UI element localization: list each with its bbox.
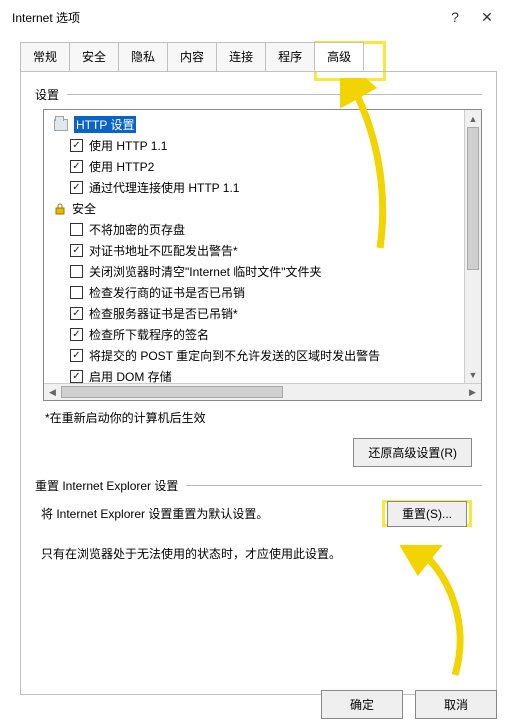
vertical-scrollbar[interactable]: ▲ ▼ — [464, 110, 481, 383]
tab-connections[interactable]: 连接 — [216, 42, 266, 71]
group-label-text: 设置 — [35, 86, 59, 103]
list-item[interactable]: 关闭浏览器时清空"Internet 临时文件"文件夹 — [48, 261, 481, 282]
list-item-label: 关闭浏览器时清空"Internet 临时文件"文件夹 — [89, 263, 322, 280]
tab-label: 常规 — [33, 50, 57, 64]
checkbox-icon[interactable] — [70, 286, 83, 299]
horizontal-scrollbar[interactable]: ◀ ▶ — [44, 383, 481, 400]
list-item[interactable]: 通过代理连接使用 HTTP 1.1 — [48, 177, 481, 198]
reset-info: 只有在浏览器处于无法使用的状态时，才应使用此设置。 — [41, 545, 472, 562]
close-button[interactable]: ✕ — [471, 9, 503, 26]
lock-icon — [54, 203, 66, 215]
tab-privacy[interactable]: 隐私 — [118, 42, 168, 71]
scroll-thumb[interactable] — [467, 127, 479, 270]
restore-row: 还原高级设置(R) — [35, 438, 472, 467]
tab-strip: 常规 安全 隐私 内容 连接 程序 高级 — [20, 42, 497, 71]
list-item-label: 使用 HTTP 1.1 — [89, 137, 167, 154]
list-header-http[interactable]: HTTP 设置 — [48, 114, 481, 135]
scroll-up-icon[interactable]: ▲ — [465, 110, 481, 127]
divider — [186, 485, 482, 486]
tab-advanced[interactable]: 高级 — [314, 42, 364, 71]
ok-button[interactable]: 确定 — [321, 690, 403, 719]
scroll-track[interactable] — [61, 384, 464, 400]
tab-content[interactable]: 内容 — [167, 42, 217, 71]
tab-programs[interactable]: 程序 — [265, 42, 315, 71]
advanced-panel: 设置 HTTP 设置 使用 HTTP 1.1 使用 HTTP2 通过代理连接使用… — [20, 71, 497, 695]
list-item-label: 使用 HTTP2 — [89, 158, 154, 175]
list-item[interactable]: 不将加密的页存盘 — [48, 219, 481, 240]
list-item[interactable]: 将提交的 POST 重定向到不允许发送的区域时发出警告 — [48, 345, 481, 366]
checkbox-icon[interactable] — [70, 328, 83, 341]
help-button[interactable]: ? — [439, 9, 471, 25]
checkbox-icon[interactable] — [70, 244, 83, 257]
window-title: Internet 选项 — [12, 9, 439, 26]
checkbox-icon[interactable] — [70, 160, 83, 173]
checkbox-icon[interactable] — [70, 265, 83, 278]
list-item-label: 将提交的 POST 重定向到不允许发送的区域时发出警告 — [89, 347, 380, 364]
list-item[interactable]: 检查所下载程序的签名 — [48, 324, 481, 345]
checkbox-icon[interactable] — [70, 139, 83, 152]
list-item-label: 通过代理连接使用 HTTP 1.1 — [89, 179, 239, 196]
tab-label: 程序 — [278, 50, 302, 64]
scroll-left-icon[interactable]: ◀ — [44, 384, 61, 401]
list-item[interactable]: 检查服务器证书是否已吊销* — [48, 303, 481, 324]
restore-defaults-button[interactable]: 还原高级设置(R) — [353, 438, 472, 467]
checkbox-icon[interactable] — [70, 181, 83, 194]
list-item-label: 不将加密的页存盘 — [89, 221, 185, 238]
folder-icon — [54, 119, 68, 131]
list-item-label: HTTP 设置 — [74, 116, 136, 133]
reset-button[interactable]: 重置(S)... — [387, 501, 467, 527]
tab-security[interactable]: 安全 — [69, 42, 119, 71]
list-item[interactable]: 使用 HTTP 1.1 — [48, 135, 481, 156]
titlebar: Internet 选项 ? ✕ — [0, 0, 511, 34]
list-item-label: 对证书地址不匹配发出警告* — [89, 242, 238, 259]
checkbox-icon[interactable] — [70, 349, 83, 362]
list-item[interactable]: 检查发行商的证书是否已吊销 — [48, 282, 481, 303]
settings-list-inner: HTTP 设置 使用 HTTP 1.1 使用 HTTP2 通过代理连接使用 HT… — [44, 110, 481, 391]
checkbox-icon[interactable] — [70, 370, 83, 383]
list-item-label: 检查服务器证书是否已吊销* — [89, 305, 238, 322]
scroll-right-icon[interactable]: ▶ — [464, 384, 481, 401]
reset-row: 将 Internet Explorer 设置重置为默认设置。 重置(S)... — [41, 500, 472, 527]
list-item-label: 检查所下载程序的签名 — [89, 326, 209, 343]
reset-group-label: 重置 Internet Explorer 设置 — [35, 477, 482, 494]
checkbox-icon[interactable] — [70, 307, 83, 320]
list-item-label: 安全 — [72, 200, 96, 217]
dialog-button-row: 确定 取消 — [321, 690, 497, 719]
tab-label: 安全 — [82, 50, 106, 64]
checkbox-icon[interactable] — [70, 223, 83, 236]
tab-label: 内容 — [180, 50, 204, 64]
list-item[interactable]: 使用 HTTP2 — [48, 156, 481, 177]
list-item[interactable]: 对证书地址不匹配发出警告* — [48, 240, 481, 261]
reset-description: 将 Internet Explorer 设置重置为默认设置。 — [41, 505, 268, 522]
tab-label: 高级 — [327, 50, 351, 64]
scroll-down-icon[interactable]: ▼ — [465, 366, 481, 383]
annotation-highlight-reset: 重置(S)... — [382, 500, 472, 527]
cancel-button[interactable]: 取消 — [415, 690, 497, 719]
list-header-security[interactable]: 安全 — [48, 198, 481, 219]
group-label-text: 重置 Internet Explorer 设置 — [35, 477, 178, 494]
tab-label: 连接 — [229, 50, 253, 64]
scroll-track[interactable] — [465, 127, 481, 366]
tab-label: 隐私 — [131, 50, 155, 64]
list-item-label: 检查发行商的证书是否已吊销 — [89, 284, 245, 301]
settings-group-label: 设置 — [35, 86, 482, 103]
divider — [67, 94, 482, 95]
tab-general[interactable]: 常规 — [20, 42, 70, 71]
restart-note: *在重新启动你的计算机后生效 — [45, 409, 482, 426]
settings-listbox[interactable]: HTTP 设置 使用 HTTP 1.1 使用 HTTP2 通过代理连接使用 HT… — [43, 109, 482, 401]
scroll-thumb[interactable] — [61, 386, 283, 398]
